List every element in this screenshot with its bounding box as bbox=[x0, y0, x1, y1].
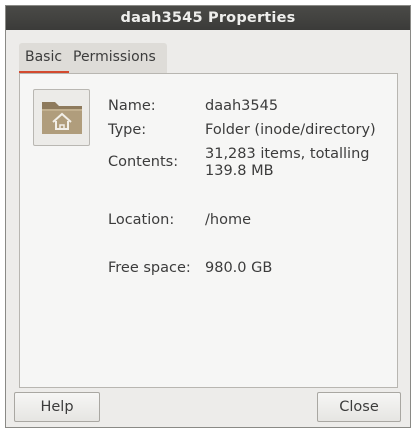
basic-panel: Name: daah3545 Type: Folder (inode/direc… bbox=[19, 73, 398, 388]
contents-label: Contents: bbox=[108, 154, 179, 170]
location-value: /home bbox=[205, 212, 251, 228]
folder-home-icon bbox=[42, 102, 82, 134]
close-button[interactable]: Close bbox=[317, 392, 401, 422]
properties-dialog: daah3545 Properties Basic Permissions Na… bbox=[5, 5, 411, 428]
tab-basic[interactable]: Basic bbox=[19, 43, 69, 73]
folder-icon-button[interactable] bbox=[33, 89, 90, 146]
tab-permissions[interactable]: Permissions bbox=[69, 43, 167, 73]
help-button[interactable]: Help bbox=[14, 392, 100, 422]
free-space-value: 980.0 GB bbox=[205, 260, 273, 276]
name-value: daah3545 bbox=[205, 98, 279, 114]
contents-value-line1: 31,283 items, totalling bbox=[205, 146, 370, 162]
type-label: Type: bbox=[108, 122, 147, 138]
tab-bar: Basic Permissions bbox=[19, 43, 167, 73]
type-value: Folder (inode/directory) bbox=[205, 122, 376, 138]
free-space-label: Free space: bbox=[108, 260, 191, 276]
name-label: Name: bbox=[108, 98, 156, 114]
location-label: Location: bbox=[108, 212, 175, 228]
window-title[interactable]: daah3545 Properties bbox=[6, 6, 410, 30]
contents-value-line2: 139.8 MB bbox=[205, 163, 274, 179]
